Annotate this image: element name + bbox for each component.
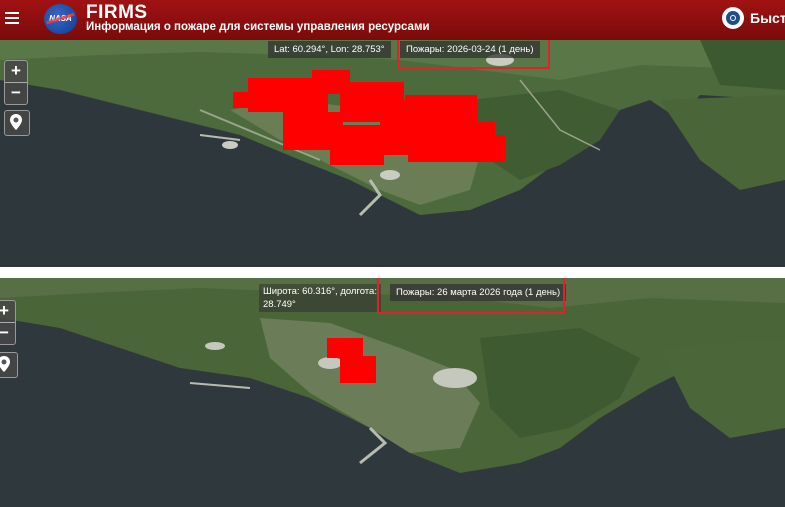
divider — [0, 267, 785, 278]
highlight-box — [377, 278, 565, 314]
map-view-bottom[interactable]: Широта: 60.316°, долгота: 28.749° Пожары… — [0, 278, 785, 507]
fire-pixel — [330, 125, 384, 165]
cursor-coordinates: Lat: 60.294°, Lon: 28.753° — [268, 41, 391, 58]
zoom-control: + − — [4, 60, 28, 105]
map-view-top[interactable]: Lat: 60.294°, Lon: 28.753° Пожары: 2026-… — [0, 40, 785, 267]
zoom-out-icon[interactable]: − — [5, 83, 27, 104]
app-subtitle: Информация о пожаре для системы управлен… — [86, 21, 430, 33]
nasa-logo[interactable]: NASA — [44, 4, 77, 34]
cursor-coordinates: Широта: 60.316°, долгота: 28.749° — [259, 284, 381, 312]
fire-detections-top[interactable] — [0, 40, 785, 267]
zoom-control: + − — [0, 300, 16, 345]
coordinates-line-1: Широта: 60.316°, долгота: — [263, 286, 377, 297]
highlight-box — [397, 40, 550, 69]
zoom-out-icon[interactable]: − — [0, 323, 15, 344]
fire-pixel — [327, 338, 363, 358]
search-icon[interactable] — [722, 7, 744, 29]
fire-pixel — [233, 92, 263, 108]
fire-pixel — [460, 135, 505, 162]
location-pin-icon[interactable] — [4, 110, 30, 136]
fire-pixel — [340, 356, 376, 383]
app-header: NASA FIRMS Информация о пожаре для систе… — [0, 0, 785, 40]
location-pin-icon[interactable] — [0, 352, 18, 378]
menu-icon[interactable] — [5, 9, 19, 25]
zoom-in-icon[interactable]: + — [0, 301, 15, 322]
coordinates-line-2: 28.749° — [263, 299, 296, 310]
zoom-in-icon[interactable]: + — [5, 61, 27, 82]
quick-search-label[interactable]: Быст — [750, 10, 785, 26]
